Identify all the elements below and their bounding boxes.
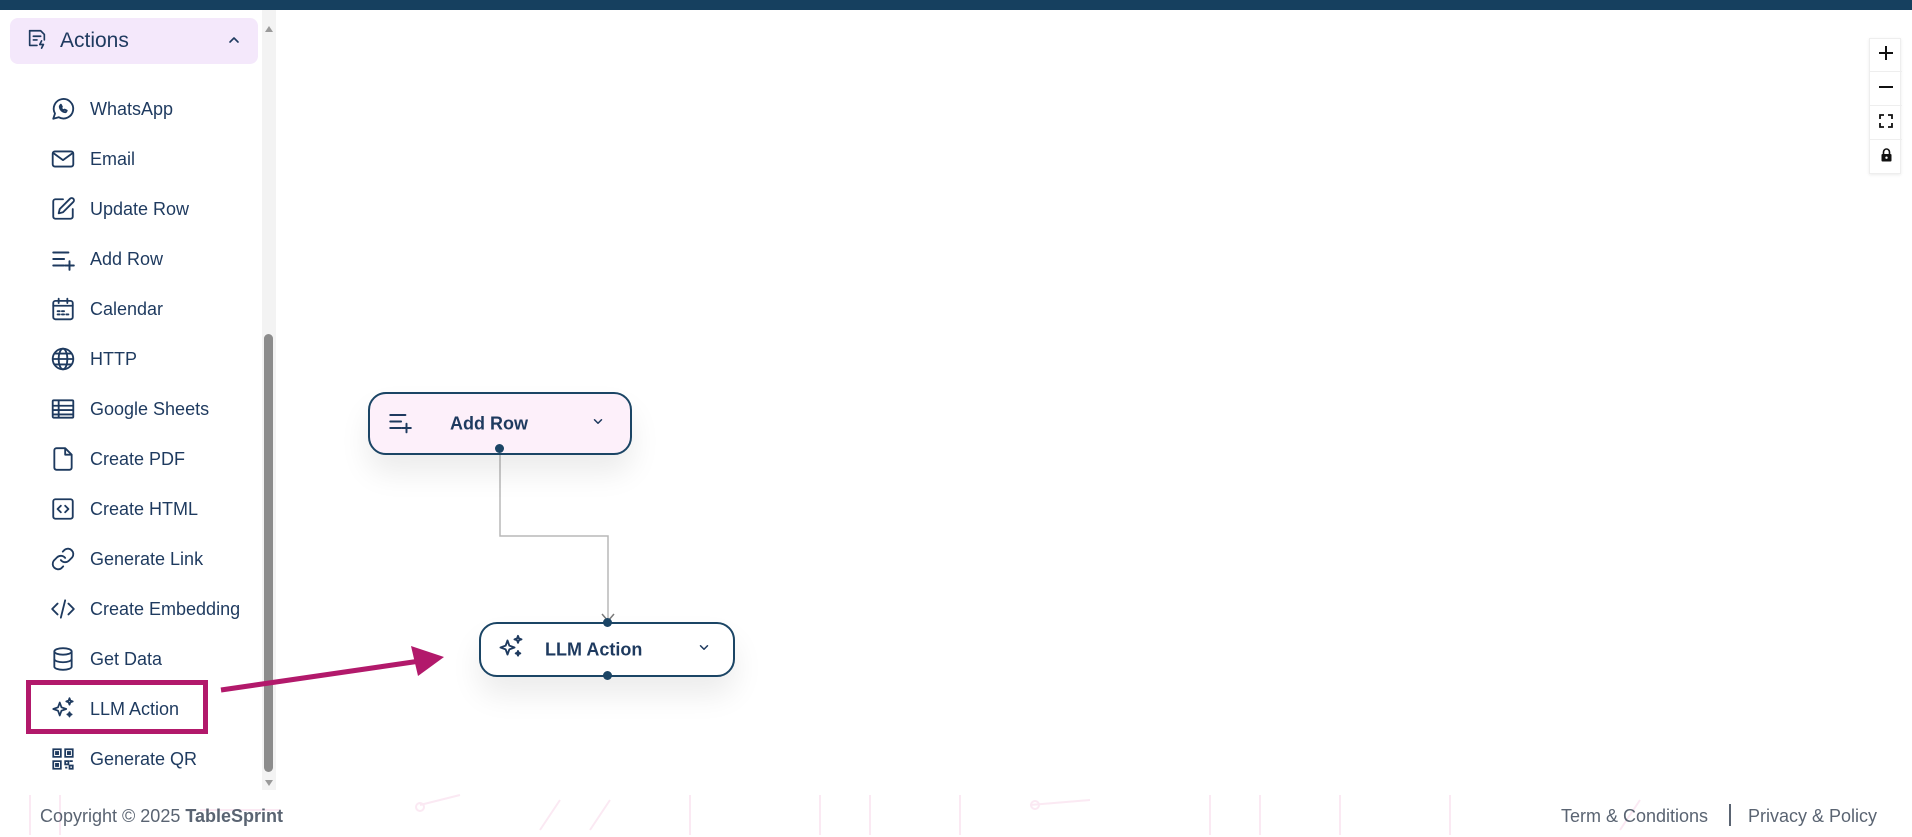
actions-sidebar: Actions WhatsApp Email Update Row Add Ro…: [0, 10, 280, 790]
sidebar-item-create-pdf[interactable]: Create PDF: [48, 442, 258, 476]
lock-icon: [1880, 148, 1893, 167]
plus-icon: [1878, 45, 1894, 66]
zoom-out-button[interactable]: [1870, 73, 1902, 106]
sidebar-item-generate-link[interactable]: Generate Link: [48, 542, 258, 576]
sidebar-item-label: Get Data: [90, 648, 163, 669]
sidebar-item-whatsapp[interactable]: WhatsApp: [48, 92, 258, 126]
flow-node-llm-action[interactable]: LLM Action: [479, 622, 735, 677]
annotation-arrow-head: [411, 646, 444, 676]
sidebar-item-label: Create Embedding: [90, 598, 241, 619]
page-footer: Copyright © 2025 TableSprint Term & Cond…: [0, 790, 1912, 837]
edit-icon: [48, 194, 78, 224]
chevron-down-icon[interactable]: [591, 414, 605, 433]
node-input-handle[interactable]: [603, 618, 612, 627]
sidebar-item-generate-qr[interactable]: Generate QR: [48, 742, 258, 776]
sidebar-item-label: Generate QR: [90, 748, 198, 769]
chevron-down-icon[interactable]: [697, 640, 711, 659]
sidebar-item-create-embedding[interactable]: Create Embedding: [48, 592, 258, 626]
copyright-text: Copyright © 2025 TableSprint: [40, 806, 283, 827]
node-connector: [499, 455, 609, 622]
node-title: Add Row: [450, 413, 528, 433]
sidebar-item-email[interactable]: Email: [48, 142, 258, 176]
sidebar-item-label: Add Row: [90, 248, 164, 269]
sidebar-item-http[interactable]: HTTP: [48, 342, 258, 376]
sidebar-item-calendar[interactable]: Calendar: [48, 292, 258, 326]
sidebar-item-get-data[interactable]: Get Data: [48, 642, 258, 676]
brand-name: TableSprint: [185, 806, 284, 826]
add-row-icon: [386, 408, 414, 439]
lock-canvas-button[interactable]: [1870, 141, 1902, 174]
scroll-up-arrow-icon[interactable]: [262, 22, 276, 36]
qr-code-icon: [48, 744, 78, 774]
code-icon: [48, 594, 78, 624]
chevron-up-icon[interactable]: [226, 32, 242, 53]
sidebar-item-label: Create PDF: [90, 448, 186, 469]
sheet-icon: [48, 394, 78, 424]
sidebar-item-google-sheets[interactable]: Google Sheets: [48, 392, 258, 426]
scrollbar-thumb[interactable]: [264, 334, 273, 772]
sidebar-item-update-row[interactable]: Update Row: [48, 192, 258, 226]
privacy-link[interactable]: Privacy & Policy: [1748, 806, 1877, 827]
flow-canvas-overlay: [220, 455, 615, 693]
mail-icon: [48, 144, 78, 174]
scroll-down-arrow-icon[interactable]: [262, 776, 276, 790]
minus-icon: [1878, 79, 1894, 100]
sidebar-item-add-row[interactable]: Add Row: [48, 242, 258, 276]
sidebar-item-label: Calendar: [90, 298, 164, 319]
actions-section-title: Actions: [60, 29, 129, 52]
sidebar-item-create-html[interactable]: Create HTML: [48, 492, 258, 526]
whatsapp-icon: [48, 94, 78, 124]
sparkles-icon: [497, 633, 525, 666]
sidebar-item-label: Google Sheets: [90, 398, 210, 419]
globe-icon: [48, 344, 78, 374]
zoom-in-button[interactable]: [1870, 39, 1902, 72]
add-row-icon: [48, 244, 78, 274]
sidebar-item-label: WhatsApp: [90, 98, 174, 119]
calendar-icon: [48, 294, 78, 324]
database-icon: [48, 644, 78, 674]
sidebar-item-label: Create HTML: [90, 498, 199, 519]
sidebar-item-label: Generate Link: [90, 548, 204, 569]
copyright-prefix: Copyright © 2025: [40, 806, 186, 826]
code-square-icon: [48, 494, 78, 524]
top-bar: [0, 0, 1912, 10]
fit-view-button[interactable]: [1870, 107, 1902, 140]
node-output-handle[interactable]: [603, 671, 612, 680]
node-output-handle[interactable]: [495, 444, 504, 453]
footer-divider: [1729, 804, 1731, 826]
sidebar-item-label: HTTP: [90, 348, 137, 369]
sidebar-item-label: Email: [90, 148, 136, 169]
terms-link[interactable]: Term & Conditions: [1561, 806, 1708, 827]
canvas-zoom-controls: [1869, 38, 1902, 174]
file-icon: [48, 444, 78, 474]
actions-section-header[interactable]: Actions: [10, 18, 258, 64]
actions-icon: [26, 28, 48, 55]
sidebar-item-label: Update Row: [90, 198, 190, 219]
fit-view-icon: [1879, 113, 1893, 133]
node-title: LLM Action: [545, 639, 643, 659]
link-icon: [48, 544, 78, 574]
llm-action-highlight-box: [26, 680, 208, 734]
